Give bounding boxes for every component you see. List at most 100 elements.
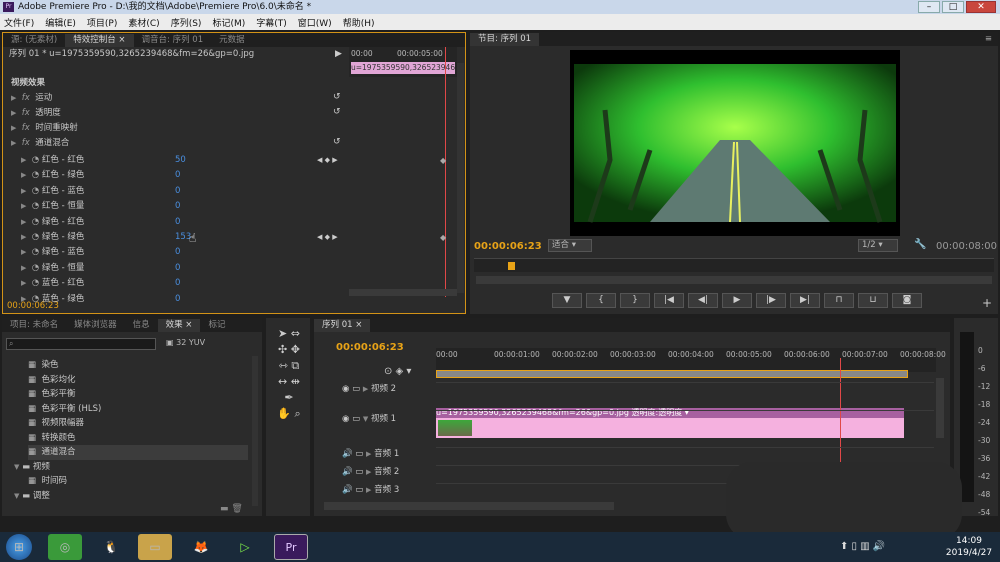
param-row[interactable]: ▶ ◔ 蓝色 - 绿色 <box>21 292 341 307</box>
expand-icon[interactable]: ▶ <box>363 385 368 393</box>
param-row[interactable]: ▶ ◔ 红色 - 恒量 <box>21 199 341 214</box>
stopwatch-icon[interactable]: ◔ <box>32 186 39 196</box>
param-row[interactable]: ▶ ◔ 红色 - 绿色 <box>21 168 341 183</box>
pen-tool-icon[interactable]: ✒ <box>272 390 306 406</box>
track-header[interactable]: ◉ ▭ ▼ 视频 1 <box>342 410 434 428</box>
param-value[interactable]: 0 <box>175 215 180 230</box>
go-to-in-button[interactable]: |◀ <box>654 293 684 308</box>
timeline-v-scrollbar[interactable] <box>936 378 944 438</box>
ec-clip-bar[interactable]: u=1975359590,3265239468 <box>351 62 455 74</box>
param-value[interactable]: 0 <box>175 276 180 291</box>
keyframe-icon[interactable]: ◆ <box>440 233 446 242</box>
tab-ec[interactable]: 元数据 <box>211 34 253 47</box>
effects-tree-item[interactable]: ▼ ▬ 调整 <box>14 489 234 504</box>
stopwatch-icon[interactable]: ◔ <box>32 201 39 211</box>
stopwatch-icon[interactable]: ◔ <box>32 232 39 242</box>
tab-project[interactable]: 标记 <box>200 319 233 332</box>
lock-icon[interactable]: ▭ <box>352 384 360 394</box>
effect-row[interactable]: ▶ fx 透明度 <box>11 106 351 121</box>
accelerated-effects-icon[interactable]: ▣ 32 YUV <box>166 338 205 347</box>
add-marker-button[interactable]: ▼ <box>552 293 582 308</box>
fit-select[interactable]: 适合 ▾ <box>548 239 592 252</box>
new-bin-icon[interactable]: ▬ 🗑 <box>220 504 243 514</box>
rate-stretch-icon[interactable]: ⇿ ⧉ <box>272 358 306 374</box>
param-value[interactable]: 0 <box>175 261 180 276</box>
keyframe-nav-icon[interactable]: ◀ ◆ ▶ <box>317 156 338 164</box>
system-clock[interactable]: 14:09 2019/4/27 <box>940 535 998 559</box>
menu-item[interactable]: 序列(S) <box>171 16 202 29</box>
export-frame-button[interactable]: ◙ <box>892 293 922 308</box>
tab-ec[interactable]: 特效控制台 × <box>65 34 134 47</box>
param-row[interactable]: ▶ ◔ 绿色 - 蓝色 <box>21 245 341 260</box>
effects-tree-item[interactable]: ▦ 染色 <box>28 358 248 373</box>
track-toggle-icon[interactable]: ◉ <box>342 414 349 424</box>
effects-tree-item[interactable]: ▦ 色彩平衡 <box>28 387 248 402</box>
add-button-icon[interactable]: + <box>982 296 992 310</box>
expand-icon[interactable]: ▶ <box>21 202 26 210</box>
expand-icon[interactable]: ▶ <box>21 171 26 179</box>
play-button[interactable]: ▶ <box>722 293 752 308</box>
effects-tree-item[interactable]: ▦ 时间码 <box>28 474 248 489</box>
expand-icon[interactable]: ▶ <box>21 187 26 195</box>
media-app-icon[interactable]: ▷ <box>228 534 262 560</box>
param-row[interactable]: ▶ ◔ 绿色 - 恒量 <box>21 261 341 276</box>
expand-icon[interactable]: ▶ <box>21 295 26 303</box>
program-zoom-bar[interactable] <box>476 276 992 284</box>
keyframe-icon[interactable]: ◆ <box>440 156 446 165</box>
expand-icon[interactable]: ▶ <box>21 279 26 287</box>
track-header[interactable]: 🔊 ▭ ▶ 音频 1 <box>342 445 434 463</box>
tray-icons[interactable]: ⬆ ▯ ▥ 🔊 <box>840 541 885 552</box>
track-toggle-icon[interactable]: 🔊 <box>342 485 353 495</box>
ripple-edit-icon[interactable]: ✣ ✥ <box>272 342 306 358</box>
effects-search-input[interactable]: ⌕ <box>6 338 156 350</box>
expand-icon[interactable]: ▶ <box>11 94 16 102</box>
tab-program[interactable]: 节目: 序列 01 <box>470 33 540 46</box>
expand-icon[interactable]: ▶ <box>11 109 16 117</box>
hand-zoom-icon[interactable]: ✋ ⌕ <box>272 406 306 422</box>
explorer-icon[interactable]: ▭ <box>138 534 172 560</box>
menu-item[interactable]: 素材(C) <box>128 16 159 29</box>
tab-project[interactable]: 信息 <box>125 319 158 332</box>
effects-tree-item[interactable]: ▦ 转换颜色 <box>28 431 248 446</box>
stopwatch-icon[interactable]: ◔ <box>32 217 39 227</box>
param-row[interactable]: ▶ ◔ 蓝色 - 红色 <box>21 276 341 291</box>
play-clip-icon[interactable]: ▶ <box>335 49 342 59</box>
effects-tree-item[interactable]: ▦ 视频限幅器 <box>28 416 248 431</box>
extract-button[interactable]: ⊔ <box>858 293 888 308</box>
expand-icon[interactable]: ▼ <box>14 463 19 471</box>
param-value[interactable]: 0 <box>175 199 180 214</box>
menu-item[interactable]: 字幕(T) <box>256 16 287 29</box>
timeline-h-scrollbar[interactable] <box>324 502 614 510</box>
effects-tree-item[interactable]: ▦ 色彩平衡 (HLS) <box>28 402 248 417</box>
tab-project[interactable]: 媒体浏览器 <box>66 319 125 332</box>
expand-icon[interactable]: ▶ <box>366 450 371 458</box>
maximize-icon[interactable]: □ <box>942 1 964 13</box>
stopwatch-icon[interactable]: ◔ <box>32 263 39 273</box>
firefox-icon[interactable]: 🦊 <box>184 534 218 560</box>
tab-ec[interactable]: 源: (无素材) <box>3 34 65 47</box>
taskbar-app-icon[interactable]: ◎ <box>48 534 82 560</box>
step-back-button[interactable]: ◀| <box>688 293 718 308</box>
minimize-icon[interactable]: – <box>918 1 940 13</box>
menu-item[interactable]: 窗口(W) <box>298 16 332 29</box>
ec-timeline[interactable]: 00:00 00:00:05:00 u=1975359590,326523946… <box>349 47 457 297</box>
keyframe-nav-icon[interactable]: ◀ ◆ ▶ <box>317 233 338 241</box>
reset-icon[interactable]: ↺ <box>333 137 341 147</box>
expand-icon[interactable]: ▶ <box>21 248 26 256</box>
effect-row[interactable]: ▶ fx 运动 <box>11 91 351 106</box>
start-button-icon[interactable]: ⊞ <box>6 534 32 560</box>
track-header[interactable]: 🔊 ▭ ▶ 音频 3 <box>342 481 434 499</box>
tab-ec[interactable]: 调音台: 序列 01 <box>134 34 212 47</box>
ec-playhead[interactable] <box>445 47 446 297</box>
stopwatch-icon[interactable]: ◔ <box>32 155 39 165</box>
slip-tool-icon[interactable]: ↔ ⇹ <box>272 374 306 390</box>
premiere-taskbar-icon[interactable]: Pr <box>274 534 308 560</box>
lock-icon[interactable]: ▭ <box>352 414 360 424</box>
effect-row[interactable]: ▶ fx 通道混合 <box>11 136 351 151</box>
lock-icon[interactable]: ▭ <box>355 485 363 495</box>
param-value[interactable]: 0 <box>175 292 180 307</box>
work-area-bar[interactable] <box>436 370 908 378</box>
menu-item[interactable]: 项目(P) <box>87 16 117 29</box>
qq-icon[interactable]: 🐧 <box>94 534 128 560</box>
lift-button[interactable]: ⊓ <box>824 293 854 308</box>
